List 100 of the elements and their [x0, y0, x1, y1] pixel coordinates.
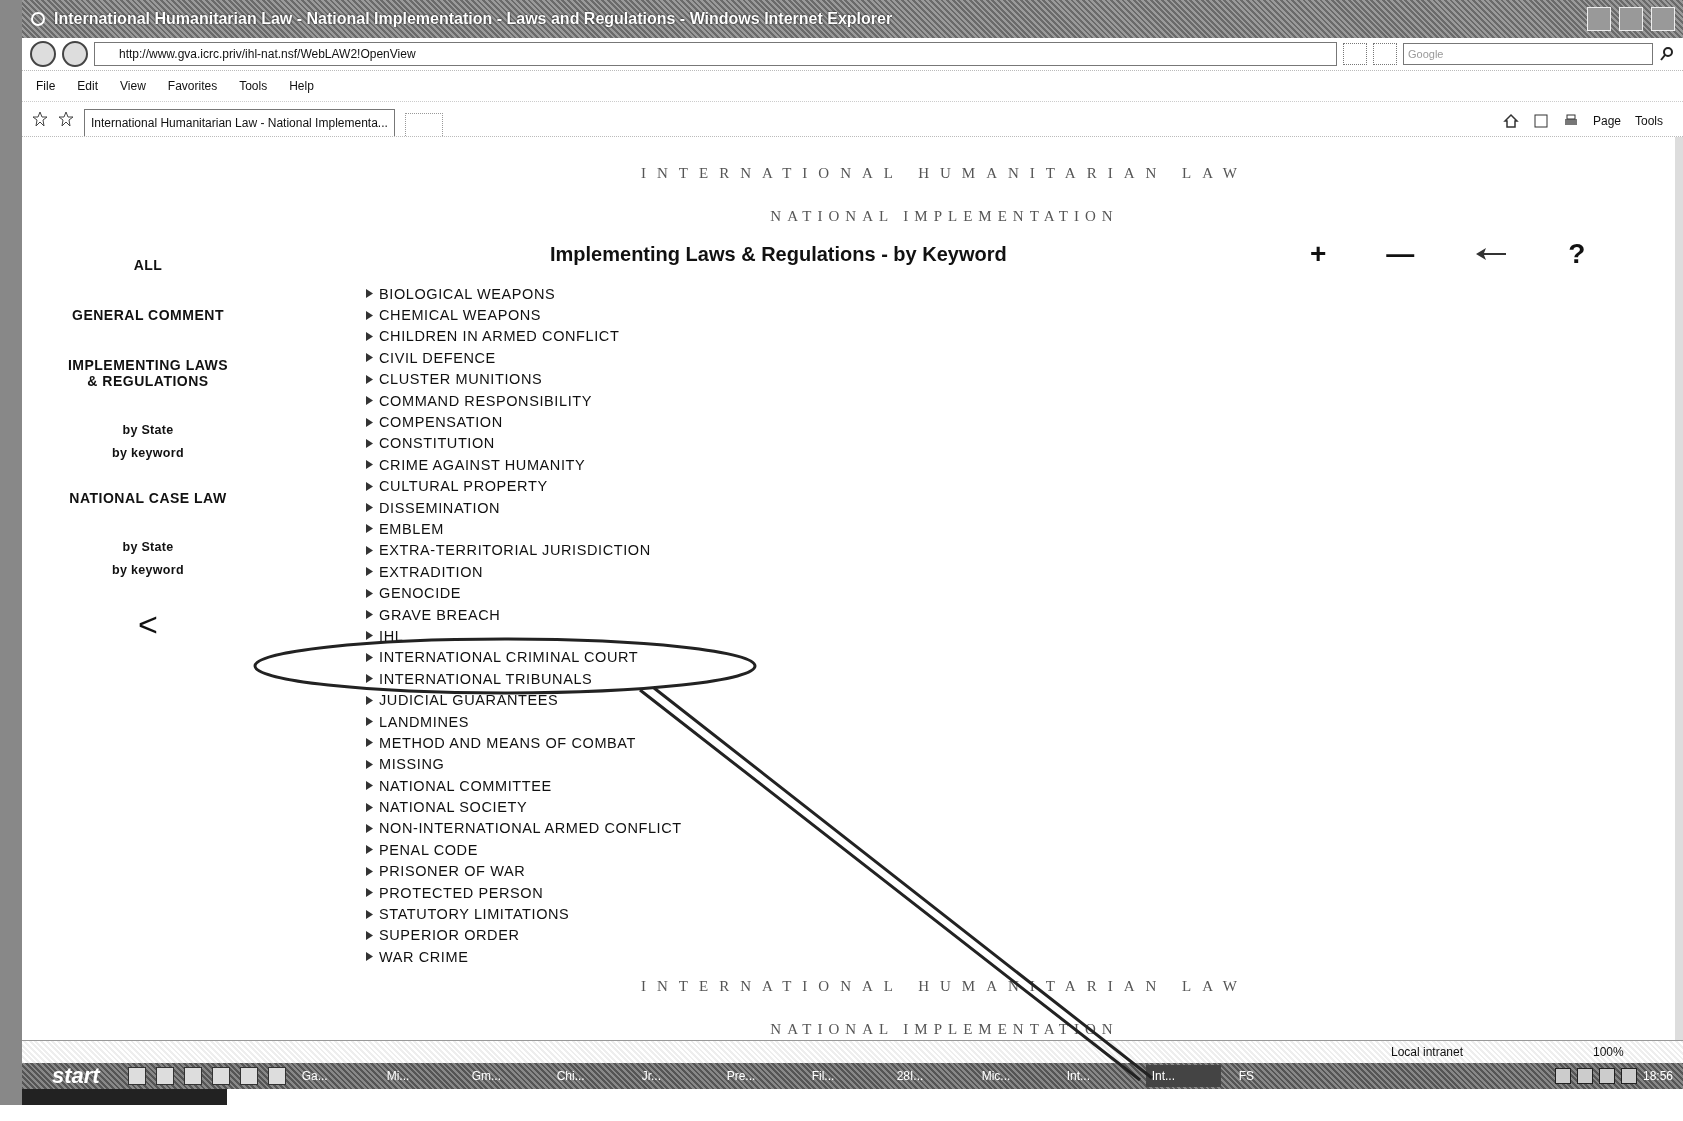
taskbar-button[interactable]: Mi... [380, 1065, 456, 1087]
quick-launch-icon[interactable] [183, 1067, 202, 1085]
quick-launch-icon[interactable] [267, 1067, 286, 1085]
search-icon[interactable] [1659, 46, 1675, 62]
toolbar-symbol[interactable]: + [1310, 238, 1327, 270]
stop-button[interactable] [1373, 43, 1397, 65]
back-button[interactable] [30, 41, 56, 67]
back-arrow-icon[interactable] [1474, 247, 1509, 261]
quick-launch-icon[interactable] [127, 1067, 146, 1085]
keyword-link[interactable]: COMMAND RESPONSIBILITY [379, 392, 592, 409]
browser-tab[interactable]: International Humanitarian Law - National Implementa... [84, 109, 395, 136]
keyword-link[interactable]: PENAL CODE [379, 841, 478, 858]
triangle-icon [366, 909, 373, 919]
clock: 18:56 [1642, 1069, 1673, 1083]
sidebar-heading[interactable]: GENERAL COMMENT [63, 307, 233, 323]
keyword-link[interactable]: SUPERIOR ORDER [379, 927, 520, 944]
quick-launch-icon[interactable] [211, 1067, 230, 1085]
keyword-link[interactable]: NATIONAL SOCIETY [379, 799, 528, 816]
security-zone: Local intranet [1391, 1045, 1465, 1059]
triangle-icon [366, 866, 373, 876]
keyword-link[interactable]: CONSTITUTION [379, 435, 495, 452]
command-button[interactable]: Page [1592, 114, 1621, 128]
sidebar-link[interactable]: by keyword [112, 563, 184, 577]
command-button[interactable]: Tools [1635, 114, 1663, 128]
keyword-link[interactable]: PROTECTED PERSON [379, 884, 544, 901]
triangle-icon [366, 481, 373, 491]
taskbar-button[interactable]: Chi... [550, 1065, 626, 1087]
keyword-link[interactable]: INTERNATIONAL TRIBUNALS [379, 670, 593, 687]
keyword-link[interactable]: INTERNATIONAL CRIMINAL COURT [379, 649, 639, 666]
keyword-link[interactable]: CULTURAL PROPERTY [379, 478, 548, 495]
keyword-link[interactable]: STATUTORY LIMITATIONS [379, 906, 570, 922]
start-button[interactable]: start [22, 1063, 118, 1089]
back-link[interactable]: < [138, 607, 158, 641]
keyword-link[interactable]: NON-INTERNATIONAL ARMED CONFLICT [379, 820, 682, 837]
triangle-icon [366, 289, 373, 299]
keyword-link[interactable]: LANDMINES [379, 713, 469, 730]
keyword-link[interactable]: MISSING [379, 756, 445, 773]
star-icon[interactable] [58, 111, 74, 127]
triangle-icon [366, 374, 373, 384]
taskbar-button[interactable]: Int... [1145, 1065, 1221, 1087]
menu-item[interactable]: Edit [77, 79, 99, 93]
keyword-link[interactable]: JUDICIAL GUARANTEES [379, 692, 559, 709]
sidebar-link[interactable]: by State [122, 540, 174, 554]
keyword-link[interactable]: CRIME AGAINST HUMANITY [379, 456, 586, 473]
toolbar-symbol[interactable]: — [1386, 238, 1415, 270]
browser-logo-icon [30, 11, 46, 27]
sidebar-heading[interactable]: NATIONAL CASE LAW [63, 490, 233, 506]
menu-item[interactable]: File [36, 79, 56, 93]
menu-item[interactable]: View [120, 79, 146, 93]
keyword-link[interactable]: EXTRA-TERRITORIAL JURISDICTION [379, 542, 651, 559]
new-tab-button[interactable] [404, 113, 443, 136]
quick-launch-icon[interactable] [155, 1067, 174, 1085]
triangle-icon [366, 823, 373, 833]
triangle-icon [366, 460, 373, 470]
keyword-link[interactable]: CIVIL DEFENCE [379, 349, 496, 366]
taskbar-button[interactable]: Int... [1060, 1065, 1136, 1087]
zoom-level[interactable]: 100% [1593, 1045, 1663, 1059]
keyword-link[interactable]: WAR CRIME [379, 948, 469, 965]
forward-button[interactable] [62, 41, 88, 67]
keyword-link[interactable]: EMBLEM [379, 521, 444, 537]
tray-icon[interactable] [1598, 1068, 1615, 1084]
address-field[interactable]: http://www.gva.icrc.priv/ihl-nat.nsf/WebLAW2!OpenView [94, 42, 1337, 66]
tray-icon[interactable] [1576, 1068, 1593, 1084]
menu-item[interactable]: Help [289, 79, 314, 93]
keyword-link[interactable]: PRISONER OF WAR [379, 863, 526, 880]
sidebar-link[interactable]: by State [122, 423, 174, 437]
keyword-link[interactable]: CLUSTER MUNITIONS [379, 371, 543, 388]
keyword-link[interactable]: CHILDREN IN ARMED CONFLICT [379, 328, 620, 345]
keyword-link[interactable]: DISSEMINATION [379, 499, 501, 516]
keyword-link[interactable]: CHEMICAL WEAPONS [379, 307, 542, 324]
keyword-link[interactable]: NATIONAL COMMITTEE [379, 777, 552, 794]
menu-item[interactable]: Favorites [167, 79, 218, 93]
keyword-link[interactable]: METHOD AND MEANS OF COMBAT [379, 734, 636, 751]
toolbar-symbol[interactable]: ? [1568, 238, 1586, 270]
sidebar-link[interactable]: by keyword [112, 446, 184, 460]
home-icon[interactable] [1502, 113, 1519, 129]
taskbar-button[interactable]: 28I... [890, 1065, 966, 1087]
taskbar-button[interactable]: Ga... [295, 1065, 371, 1087]
taskbar-button[interactable]: Fil... [805, 1065, 881, 1087]
refresh-button[interactable] [1343, 43, 1367, 65]
menu-item[interactable]: Tools [239, 79, 268, 93]
tray-icon[interactable] [1620, 1068, 1637, 1084]
taskbar-button[interactable]: Jr... [635, 1065, 711, 1087]
triangle-icon [366, 524, 373, 534]
triangle-icon [366, 396, 373, 406]
keyword-link[interactable]: COMPENSATION [379, 414, 503, 431]
taskbar-button[interactable]: Mic... [975, 1065, 1051, 1087]
keyword-link[interactable]: EXTRADITION [379, 563, 484, 580]
keyword-link[interactable]: BIOLOGICAL WEAPONS [379, 285, 556, 302]
search-field[interactable]: Google [1403, 43, 1653, 65]
language-indicator[interactable]: FS [1238, 1069, 1255, 1083]
taskbar-button[interactable]: Gm... [465, 1065, 541, 1087]
tray-icon[interactable] [1554, 1068, 1571, 1084]
star-icon[interactable] [32, 111, 48, 127]
taskbar-button[interactable]: Pre... [720, 1065, 796, 1087]
sidebar-heading[interactable]: IMPLEMENTING LAWS & REGULATIONS [63, 357, 233, 389]
keyword-link[interactable]: GRAVE BREACH [379, 606, 501, 623]
sidebar-heading[interactable]: ALL [63, 257, 233, 273]
quick-launch-icon[interactable] [239, 1067, 258, 1085]
keyword-link[interactable]: GENOCIDE [379, 585, 462, 602]
